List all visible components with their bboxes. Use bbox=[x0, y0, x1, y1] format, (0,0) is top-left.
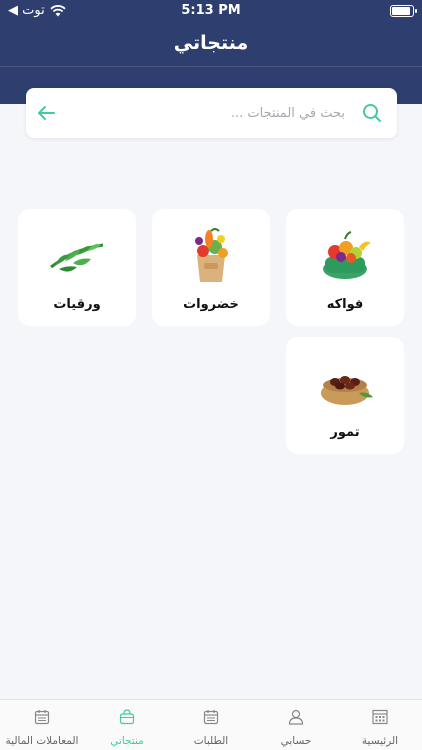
tab-label: المعاملات المالية bbox=[5, 735, 79, 747]
status-bar: ◀ توت 5:13 PM bbox=[0, 0, 422, 22]
orders-calendar-icon bbox=[203, 710, 219, 725]
transactions-calendar-icon bbox=[34, 710, 50, 725]
tab-label: حسابي bbox=[280, 735, 312, 747]
tab-orders[interactable]: الطلبات bbox=[169, 700, 253, 750]
category-card-vegetables[interactable]: خضروات bbox=[152, 209, 270, 326]
category-card-leafy-greens[interactable]: ورقيات bbox=[18, 209, 136, 326]
tab-label: الطلبات bbox=[193, 735, 229, 747]
tab-label: منتجاتي bbox=[110, 735, 144, 747]
tab-transactions[interactable]: المعاملات المالية bbox=[0, 700, 84, 750]
leafy-greens-image bbox=[50, 243, 104, 272]
status-time: 5:13 PM bbox=[181, 3, 241, 18]
battery-icon bbox=[390, 5, 417, 17]
vegetables-bag-image bbox=[195, 228, 228, 282]
tab-label: الرئيسية bbox=[361, 735, 399, 747]
search-box[interactable] bbox=[26, 88, 397, 138]
home-grid-icon bbox=[372, 709, 388, 725]
tab-my-products[interactable]: منتجاتي bbox=[85, 700, 169, 750]
category-label: خضروات bbox=[183, 297, 239, 312]
tab-bar: الرئيسية حسابي الطلبات منتجاتي المعاملات… bbox=[0, 699, 422, 750]
search-input[interactable] bbox=[85, 100, 345, 126]
category-label: فواكه bbox=[326, 297, 364, 312]
category-label: تمور bbox=[330, 425, 360, 440]
tab-account[interactable]: حسابي bbox=[254, 700, 338, 750]
products-basket-icon bbox=[119, 709, 135, 725]
dates-bowl-image bbox=[321, 376, 373, 405]
category-card-dates[interactable]: تمور bbox=[286, 337, 404, 454]
arrow-left-icon[interactable] bbox=[36, 103, 56, 123]
user-icon bbox=[288, 709, 304, 725]
page-title: منتجاتي bbox=[173, 32, 249, 54]
search-icon[interactable] bbox=[361, 102, 383, 124]
battery-level bbox=[392, 7, 411, 15]
header-divider bbox=[0, 66, 422, 67]
category-label: ورقيات bbox=[53, 297, 101, 312]
category-card-fruits[interactable]: فواكه bbox=[286, 209, 404, 326]
fruits-basket-image bbox=[323, 231, 371, 279]
tab-home[interactable]: الرئيسية bbox=[338, 700, 422, 750]
